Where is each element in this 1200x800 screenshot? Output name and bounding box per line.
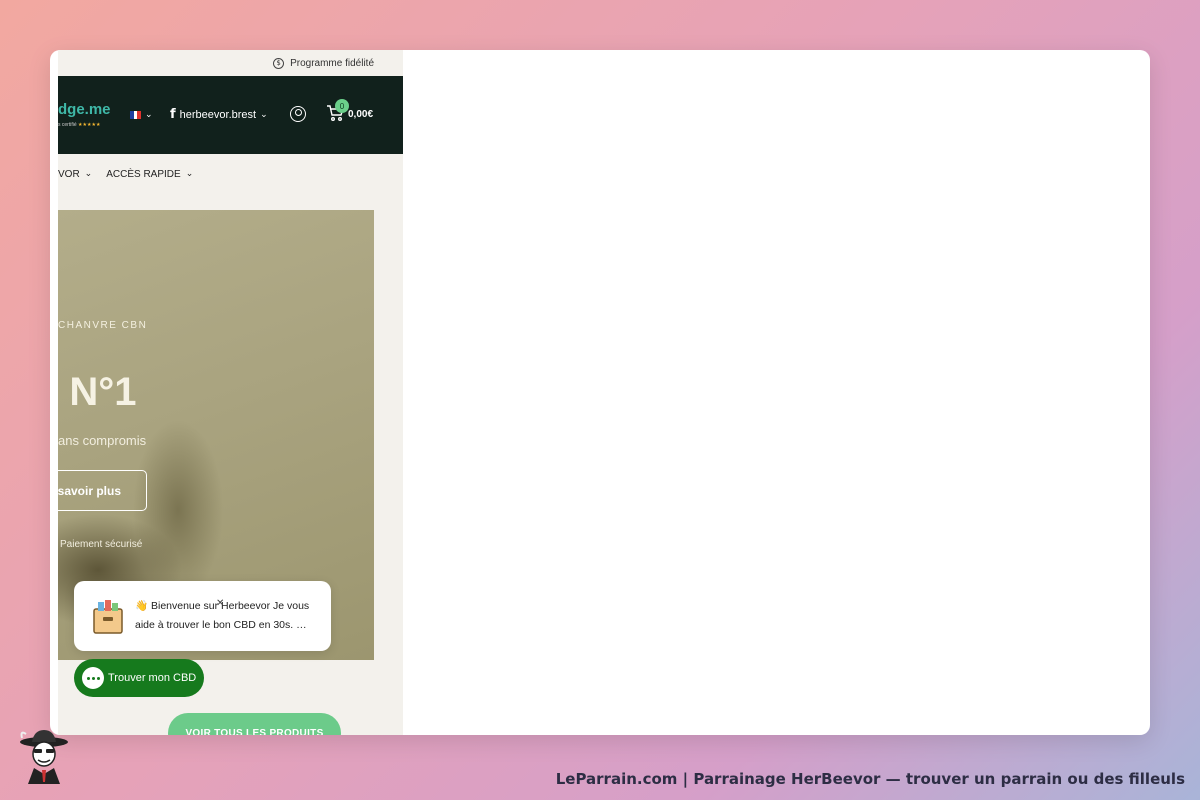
nav-item-quick-access[interactable]: ACCÈS RAPIDE ⌄ bbox=[106, 169, 193, 180]
user-icon[interactable] bbox=[290, 106, 306, 122]
main-nav: VOR ⌄ ACCÈS RAPIDE ⌄ bbox=[58, 154, 403, 194]
chat-popup[interactable]: 👋 Bienvenue sur Herbeevor Je vous aide à… bbox=[74, 581, 331, 651]
view-all-products-button[interactable]: VOIR TOUS LES PRODUITS bbox=[168, 713, 341, 735]
facebook-icon: f bbox=[170, 107, 176, 122]
hero-subtitle: ans compromis bbox=[58, 433, 147, 448]
chevron-down-icon: ⌄ bbox=[145, 110, 153, 120]
page-edge bbox=[395, 677, 399, 735]
hero-title: e N°1 bbox=[58, 370, 137, 414]
coin-icon: $ bbox=[273, 57, 285, 69]
cart-count-badge: 0 bbox=[335, 99, 349, 113]
logo-tagline: s certifié ★★★★★ bbox=[58, 122, 100, 128]
shopping-bag-icon bbox=[93, 600, 123, 634]
browser-window: $ Programme fidélité dge.me s certifié ★… bbox=[50, 50, 1150, 735]
cart-total[interactable]: 0,00€ bbox=[348, 109, 373, 120]
close-icon[interactable]: ✕ bbox=[216, 598, 224, 609]
nav-item-label: VOR bbox=[58, 168, 80, 180]
rating-stars: ★★★★★ bbox=[78, 122, 101, 128]
chat-message: 👋 Bienvenue sur Herbeevor Je vous aide à… bbox=[135, 600, 310, 631]
mascot-logo bbox=[20, 730, 68, 784]
nav-item-herbeevor[interactable]: VOR ⌄ bbox=[58, 169, 92, 180]
chevron-down-icon: ⌄ bbox=[84, 169, 93, 179]
logo-tagline-text: s certifié bbox=[58, 122, 77, 128]
chat-icon bbox=[82, 667, 104, 689]
find-my-cbd-button[interactable]: Trouver mon CBD bbox=[74, 659, 204, 697]
facebook-label: herbeevor.brest bbox=[179, 108, 257, 121]
nav-item-label: ACCÈS RAPIDE bbox=[106, 168, 181, 180]
chevron-down-icon: ⌄ bbox=[260, 109, 268, 120]
footer-caption: LeParrain.com | Parrainage HerBeevor — t… bbox=[555, 770, 1185, 788]
top-bar: $ Programme fidélité bbox=[58, 50, 403, 76]
language-selector[interactable]: ⌄ bbox=[130, 110, 153, 120]
site-logo[interactable]: dge.me bbox=[58, 101, 111, 118]
find-my-cbd-label: Trouver mon CBD bbox=[108, 672, 197, 684]
secure-payment-label: Paiement sécurisé bbox=[60, 539, 143, 550]
france-flag-icon bbox=[130, 111, 142, 119]
chevron-down-icon: ⌄ bbox=[185, 169, 194, 179]
site-header: dge.me s certifié ★★★★★ ⌄ f herbeevor.br… bbox=[58, 76, 403, 154]
facebook-dropdown[interactable]: f herbeevor.brest ⌄ bbox=[170, 107, 268, 122]
learn-more-button[interactable]: savoir plus bbox=[58, 470, 147, 511]
loyalty-program-link[interactable]: Programme fidélité bbox=[290, 58, 374, 69]
hero-eyebrow: CHANVRE CBN bbox=[58, 320, 148, 331]
